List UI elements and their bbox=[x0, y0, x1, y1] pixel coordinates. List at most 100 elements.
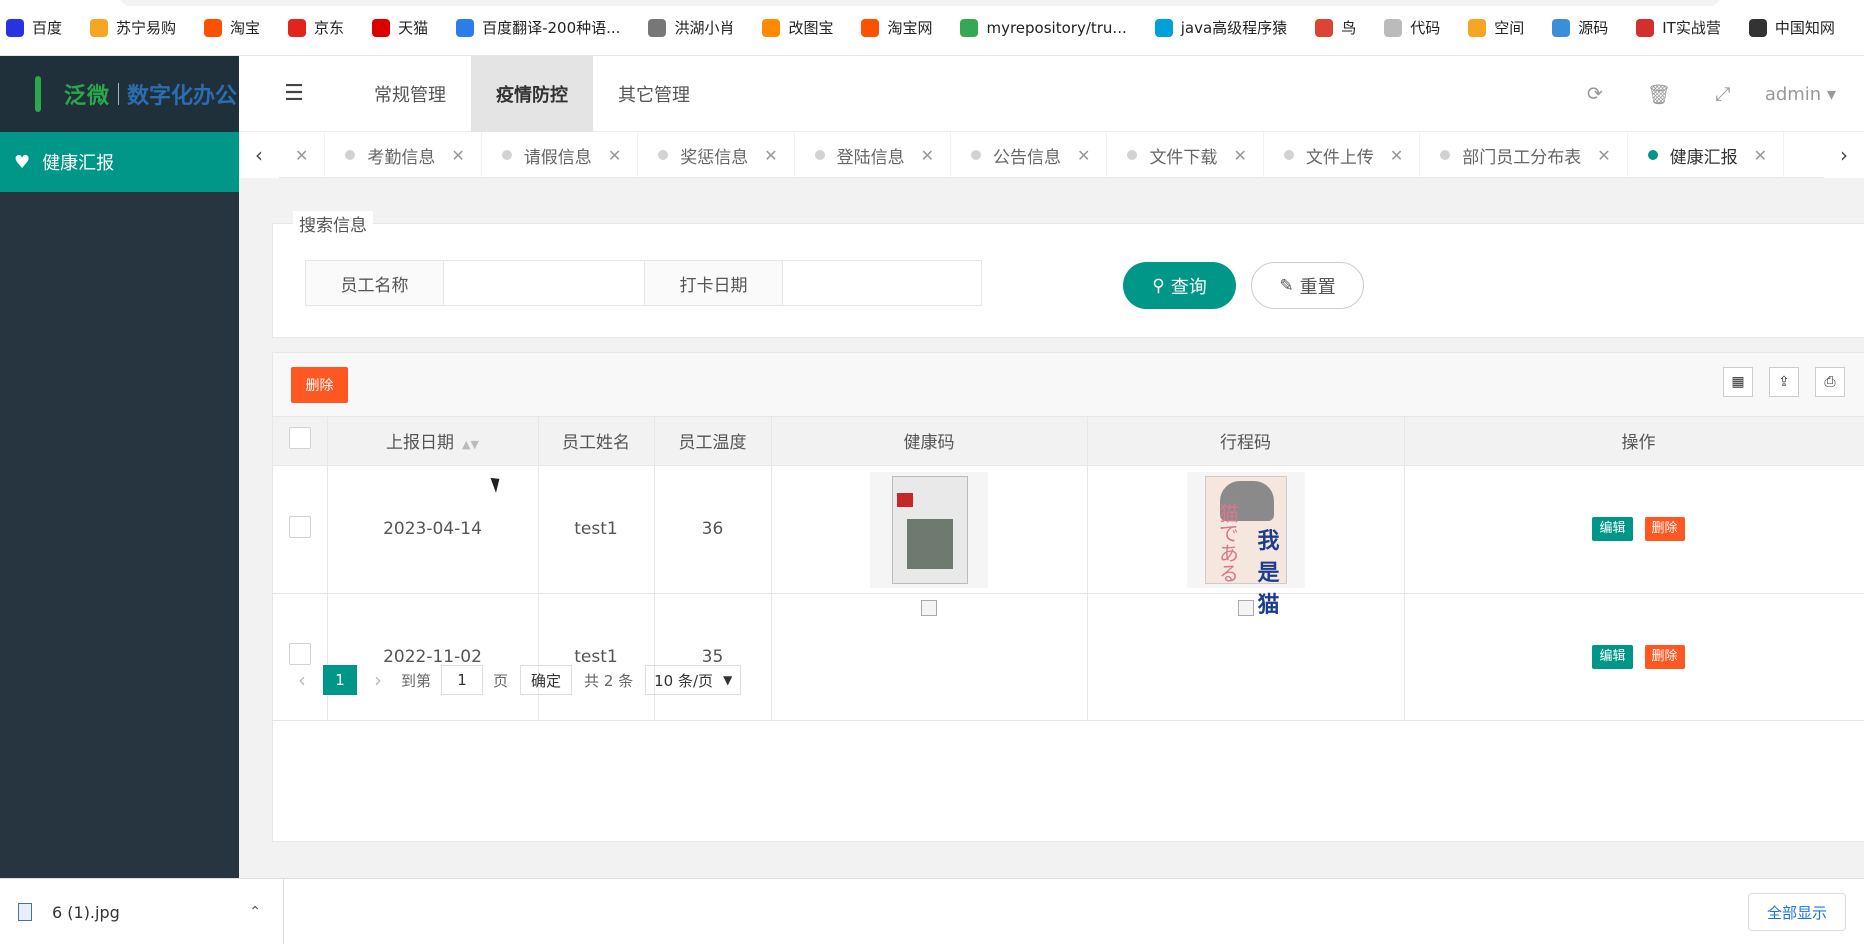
user-menu[interactable]: admin ▾ bbox=[1755, 84, 1864, 105]
close-icon[interactable]: ✕ bbox=[295, 146, 308, 165]
close-icon[interactable]: ✕ bbox=[1390, 146, 1403, 165]
page-input[interactable]: 1 bbox=[441, 665, 484, 695]
bookmark-item[interactable]: myrepository/tru... bbox=[960, 18, 1127, 37]
clock-date-input[interactable] bbox=[783, 261, 981, 305]
col-actions: 操作 bbox=[1404, 417, 1864, 466]
close-icon[interactable]: ✕ bbox=[608, 146, 621, 165]
sidebar-item-health-report[interactable]: ♥ 健康汇报 bbox=[0, 132, 239, 192]
suning-icon bbox=[90, 18, 109, 37]
bookmark-label: IT实战营 bbox=[1662, 19, 1721, 37]
columns-icon[interactable]: ▦ bbox=[1723, 367, 1753, 397]
show-all-button[interactable]: 全部显示 bbox=[1747, 893, 1846, 931]
tab-scroll-left-icon[interactable]: ‹ bbox=[239, 132, 279, 178]
bookmark-item[interactable]: 百度 bbox=[6, 17, 62, 38]
close-icon[interactable]: ✕ bbox=[1754, 146, 1767, 165]
report-date-cell: 2023-04-14 bbox=[327, 465, 539, 594]
edit-button[interactable]: 编辑 bbox=[1592, 517, 1633, 541]
confirm-page-button[interactable]: 确定 bbox=[520, 665, 573, 695]
tab-5[interactable]: 文件下载 ✕ bbox=[1107, 132, 1264, 178]
bookmark-item[interactable]: 洪湖小肖 bbox=[648, 17, 734, 38]
tab-7[interactable]: 部门员工分布表 ✕ bbox=[1420, 132, 1628, 178]
bookmark-item[interactable]: 鸟 bbox=[1315, 17, 1356, 38]
bookmark-item[interactable]: 天猫 bbox=[372, 17, 428, 38]
bookmark-item[interactable]: java高级程序猿 bbox=[1154, 17, 1287, 38]
tab-4[interactable]: 公告信息 ✕ bbox=[951, 132, 1108, 178]
tab-hidden-close[interactable]: ✕ bbox=[279, 132, 326, 178]
bookmark-item[interactable]: 百度翻译-200种语... bbox=[456, 17, 620, 38]
bookmark-label: 淘宝 bbox=[230, 19, 261, 37]
close-icon[interactable]: ✕ bbox=[764, 146, 777, 165]
tab-8[interactable]: 健康汇报 ✕ bbox=[1628, 132, 1785, 178]
batch-delete-button[interactable]: 删除 bbox=[291, 367, 348, 403]
row-checkbox[interactable] bbox=[288, 515, 311, 538]
tab-scroll-right-icon[interactable]: › bbox=[1824, 132, 1864, 178]
print-icon[interactable]: ⎙ bbox=[1815, 367, 1845, 397]
bookmark-item[interactable]: 空间 bbox=[1468, 17, 1524, 38]
close-icon[interactable]: ✕ bbox=[1233, 146, 1246, 165]
broken-image-icon[interactable] bbox=[921, 599, 937, 616]
tab-list: ✕ 考勤信息 ✕ 请假信息 ✕ 奖惩信息 ✕ 登陆信息 ✕ 公告信息 ✕ 文件下载 ✕ 文件上传 ✕ 部门员… bbox=[279, 132, 1824, 178]
bookmark-item[interactable]: 源码 bbox=[1552, 17, 1608, 38]
bookmark-label: 代码 bbox=[1410, 19, 1441, 37]
bookmark-item[interactable]: 中国知网 bbox=[1748, 17, 1835, 38]
chevron-up-icon[interactable]: ⌃ bbox=[249, 904, 261, 920]
tab-2[interactable]: 奖惩信息 ✕ bbox=[638, 132, 795, 178]
bookmark-item[interactable]: 苏宁易购 bbox=[90, 17, 176, 38]
search-button-label: 查询 bbox=[1170, 276, 1207, 298]
bookmark-item[interactable]: 京东 bbox=[288, 17, 344, 38]
trip-code-image[interactable]: 猫である 我是猫 bbox=[1186, 471, 1305, 618]
page-size-select[interactable]: 10 条/页 ▼ bbox=[645, 665, 742, 695]
tab-6[interactable]: 文件上传 ✕ bbox=[1264, 132, 1421, 178]
nav-other-management[interactable]: 其它管理 bbox=[593, 56, 715, 132]
logo-brand: 泛微 bbox=[64, 84, 111, 109]
tab-3[interactable]: 登陆信息 ✕ bbox=[795, 132, 952, 178]
bookmark-item[interactable]: 淘宝 bbox=[204, 17, 260, 38]
bookmark-item[interactable]: 淘宝网 bbox=[861, 17, 932, 38]
nav-regular-management[interactable]: 常规管理 bbox=[349, 56, 471, 132]
bookmark-label: 京东 bbox=[314, 19, 345, 37]
bookmark-label: 源码 bbox=[1578, 19, 1609, 37]
trash-icon[interactable]: 🗑 bbox=[1627, 83, 1691, 106]
col-report-date[interactable]: 上报日期 ▲▼ bbox=[327, 417, 539, 466]
reset-button[interactable]: ✎ 重置 bbox=[1251, 262, 1364, 309]
sort-icon[interactable]: ▲▼ bbox=[462, 438, 479, 451]
tab-1[interactable]: 请假信息 ✕ bbox=[482, 132, 639, 178]
tab-label: 登陆信息 bbox=[836, 147, 905, 168]
top-header: ☰ 常规管理 疫情防控 其它管理 ⟳ 🗑 ⤢ admin ▾ bbox=[239, 55, 1864, 132]
status-dot-icon bbox=[1127, 150, 1138, 160]
menu-toggle-icon[interactable]: ☰ bbox=[239, 56, 349, 132]
current-page[interactable]: 1 bbox=[323, 665, 357, 695]
download-item[interactable]: 6 (1).jpg ⌃ bbox=[0, 879, 284, 944]
bilibili-icon bbox=[1154, 18, 1173, 37]
bookmark-item[interactable]: 改图宝 bbox=[762, 17, 833, 38]
close-icon[interactable]: ✕ bbox=[1077, 146, 1090, 165]
prev-page-icon[interactable]: ‹ bbox=[287, 668, 317, 692]
employee-name-field: 员工名称 bbox=[305, 260, 681, 306]
delete-button[interactable]: 删除 bbox=[1644, 517, 1685, 541]
bookmark-label: 天猫 bbox=[398, 19, 429, 37]
tab-label: 请假信息 bbox=[523, 147, 592, 168]
tab-label: 文件上传 bbox=[1305, 147, 1374, 168]
health-code-image[interactable] bbox=[870, 471, 988, 588]
table-row: 2023-04-14 test1 36 猫である 我是猫 编辑 删除 bbox=[273, 465, 1864, 618]
close-icon[interactable]: ✕ bbox=[1597, 146, 1610, 165]
export-icon[interactable]: ⇪ bbox=[1769, 367, 1799, 397]
select-all-checkbox[interactable] bbox=[288, 427, 311, 450]
search-legend: 搜索信息 bbox=[293, 211, 373, 236]
code-icon bbox=[1384, 18, 1403, 37]
fullscreen-icon[interactable]: ⤢ bbox=[1691, 83, 1755, 105]
close-icon[interactable]: ✕ bbox=[451, 146, 464, 165]
search-button[interactable]: ⚲ 查询 bbox=[1123, 262, 1236, 309]
refresh-icon[interactable]: ⟳ bbox=[1563, 83, 1627, 105]
next-page-icon[interactable]: › bbox=[363, 668, 393, 692]
bird-icon bbox=[648, 18, 667, 37]
close-icon[interactable]: ✕ bbox=[921, 146, 934, 165]
translate-icon bbox=[456, 18, 475, 37]
bookmark-item[interactable]: 代码 bbox=[1384, 17, 1440, 38]
nav-epidemic-control[interactable]: 疫情防控 bbox=[471, 55, 593, 132]
bookmark-item[interactable]: IT实战营 bbox=[1636, 17, 1721, 38]
tab-0[interactable]: 考勤信息 ✕ bbox=[325, 132, 482, 178]
tab-label: 部门员工分布表 bbox=[1462, 147, 1582, 168]
file-icon bbox=[18, 903, 32, 921]
clock-date-field: 打卡日期 bbox=[644, 260, 982, 306]
